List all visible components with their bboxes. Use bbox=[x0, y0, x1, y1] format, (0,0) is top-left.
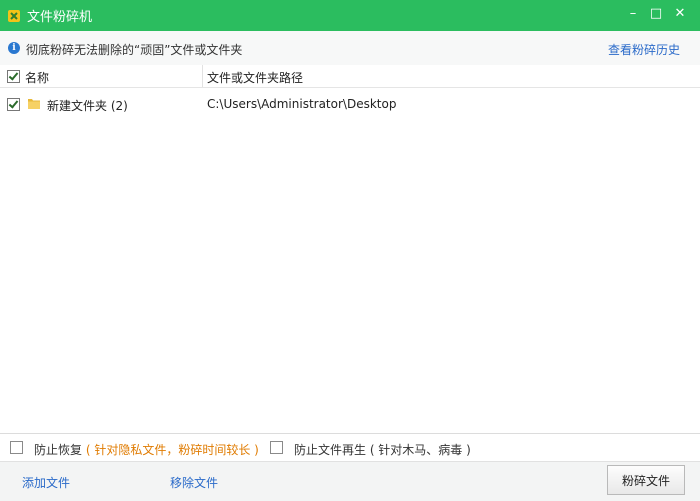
column-header-name[interactable]: 名称 bbox=[25, 69, 49, 86]
file-list: 新建文件夹 (2) C:\Users\Administrator\Desktop bbox=[0, 88, 700, 433]
column-divider[interactable] bbox=[202, 65, 203, 87]
title-bar: 文件粉碎机 – □ ✕ bbox=[0, 0, 700, 31]
file-table-header: 名称 文件或文件夹路径 bbox=[0, 65, 700, 88]
options-bar: 防止恢复 ( 针对隐私文件，粉碎时间较长 ) 防止文件再生 ( 针对木马、病毒 … bbox=[0, 433, 700, 462]
maximize-button[interactable]: □ bbox=[643, 0, 669, 26]
shredder-logo-icon bbox=[8, 9, 20, 22]
file-name: 新建文件夹 (2) bbox=[47, 99, 128, 113]
column-header-path[interactable]: 文件或文件夹路径 bbox=[207, 69, 303, 86]
prevent-recovery-note: ( 针对隐私文件，粉碎时间较长 ) bbox=[85, 443, 259, 457]
prevent-recovery-checkbox[interactable] bbox=[10, 441, 23, 454]
info-icon: i bbox=[8, 42, 20, 54]
window-title: 文件粉碎机 bbox=[27, 10, 93, 25]
info-message: 彻底粉碎无法删除的“顽固”文件或文件夹 bbox=[26, 43, 243, 57]
footer-bar: 添加文件 移除文件 粉碎文件 bbox=[0, 461, 700, 501]
file-path: C:\Users\Administrator\Desktop bbox=[207, 97, 397, 111]
prevent-recovery-text: 防止恢复 bbox=[34, 443, 83, 457]
view-history-link[interactable]: 查看粉碎历史 bbox=[608, 41, 680, 58]
folder-icon bbox=[28, 99, 40, 109]
info-bar: i 彻底粉碎无法删除的“顽固”文件或文件夹 查看粉碎历史 bbox=[0, 31, 700, 66]
close-button[interactable]: ✕ bbox=[667, 0, 693, 26]
prevent-recovery-label[interactable]: 防止恢复 ( 针对隐私文件，粉碎时间较长 ) bbox=[34, 441, 259, 458]
add-files-link[interactable]: 添加文件 bbox=[22, 474, 70, 491]
prevent-regeneration-checkbox[interactable] bbox=[270, 441, 283, 454]
prevent-regeneration-label[interactable]: 防止文件再生 ( 针对木马、病毒 ) bbox=[294, 441, 471, 458]
table-row[interactable]: 新建文件夹 (2) C:\Users\Administrator\Desktop bbox=[0, 94, 700, 114]
row-checkbox[interactable] bbox=[7, 98, 20, 111]
select-all-checkbox[interactable] bbox=[7, 70, 20, 83]
shred-files-button[interactable]: 粉碎文件 bbox=[607, 465, 685, 495]
remove-files-link[interactable]: 移除文件 bbox=[170, 474, 218, 491]
